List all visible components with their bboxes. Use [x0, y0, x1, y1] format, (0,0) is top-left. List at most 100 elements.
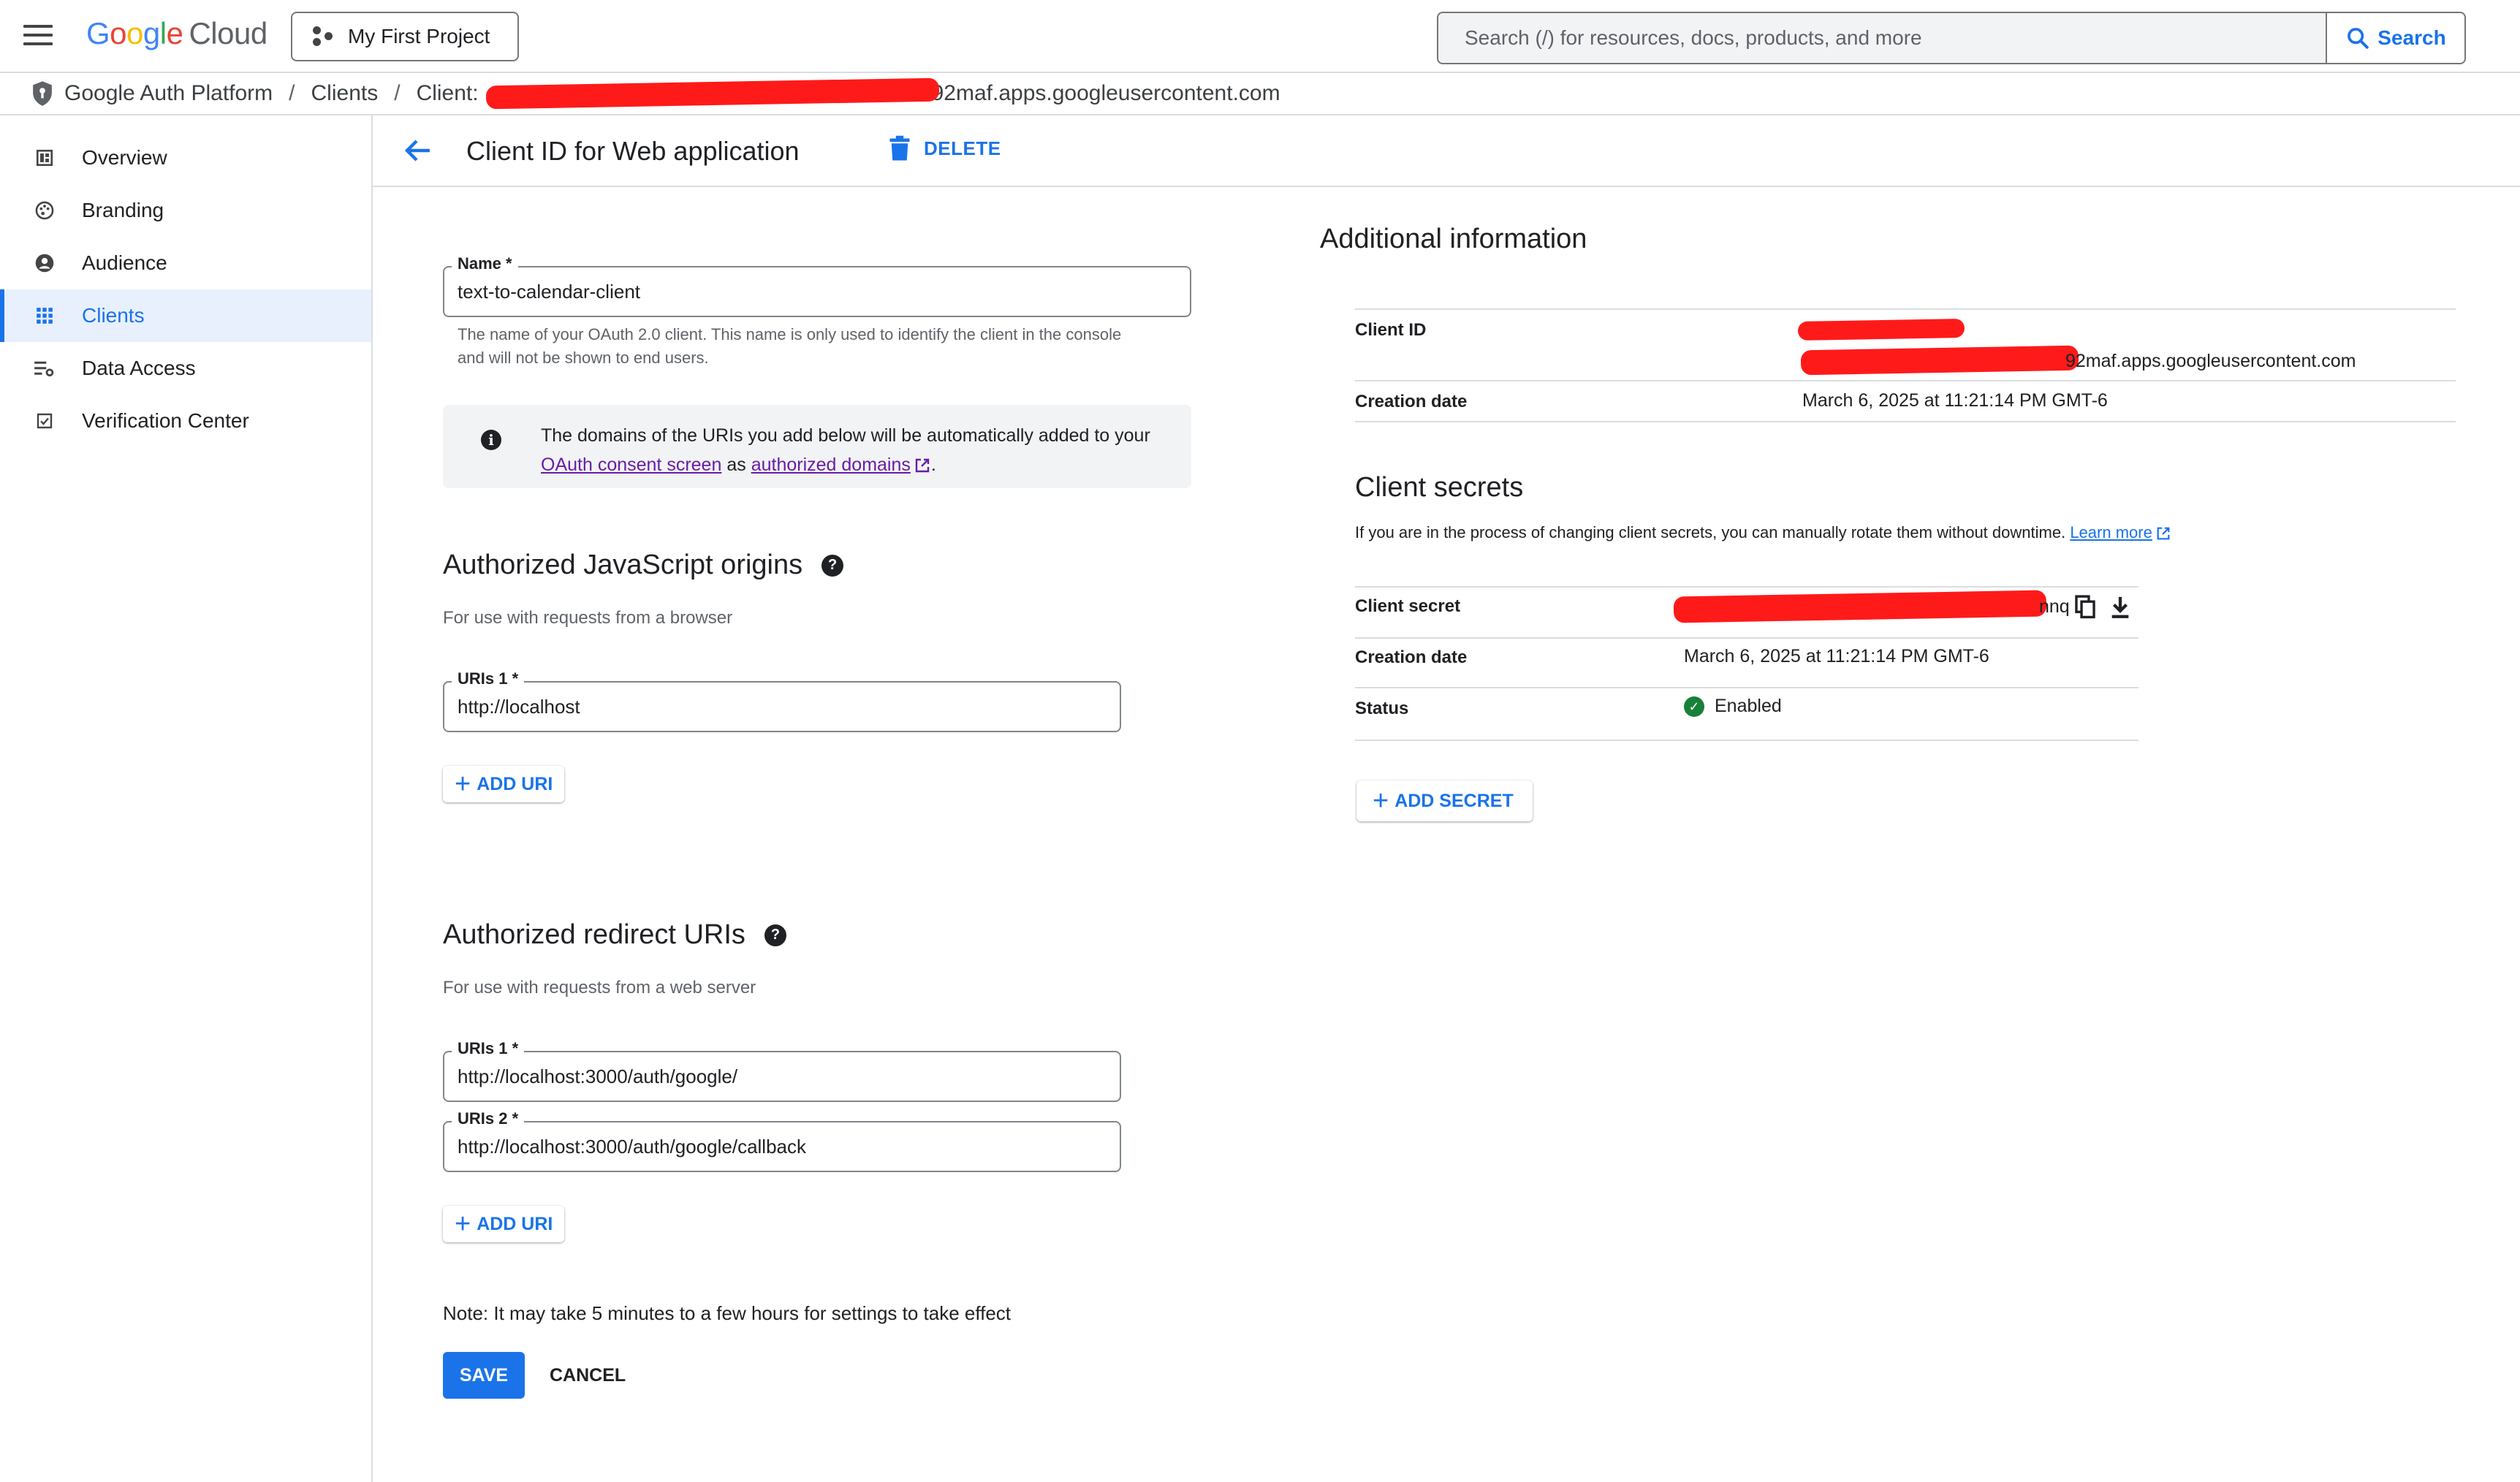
delete-button[interactable]: DELETE: [889, 134, 1001, 162]
add-secret-label: ADD SECRET: [1394, 790, 1514, 811]
plus-icon: +: [455, 1209, 471, 1239]
breadcrumb-client-suffix: 92maf.apps.googleusercontent.com: [931, 81, 1280, 105]
js-origin-uri-1-value: http://localhost: [458, 695, 580, 718]
sidebar-item-label: Clients: [82, 304, 145, 327]
trash-icon: [889, 135, 910, 161]
account-circle-icon: [34, 252, 56, 274]
dashboard-icon: [34, 147, 56, 169]
search-button[interactable]: Search: [2326, 12, 2466, 64]
js-origins-title-text: Authorized JavaScript origins: [443, 550, 803, 580]
sidebar-item-verification-center[interactable]: Verification Center: [0, 395, 371, 447]
info-icon: i: [481, 430, 501, 450]
redirect-uri-2-value: http://localhost:3000/auth/google/callba…: [458, 1135, 807, 1158]
breadcrumb-clients[interactable]: Clients: [311, 81, 379, 106]
data-access-icon: [34, 357, 56, 379]
sidebar-item-label: Branding: [82, 199, 164, 221]
apps-grid-icon: [34, 305, 56, 327]
add-uri-label: ADD URI: [477, 1213, 553, 1234]
js-origin-uri-1-field[interactable]: http://localhost: [443, 681, 1121, 732]
main-menu-icon[interactable]: [23, 25, 53, 48]
check-circle-icon: ✓: [1684, 696, 1704, 718]
client-secret-value: nnq: [2039, 596, 2070, 617]
page-header: Client ID for Web application DELETE: [373, 115, 2520, 187]
plus-icon: +: [1373, 786, 1389, 816]
help-icon[interactable]: ?: [764, 924, 786, 946]
sidebar-item-overview[interactable]: Overview: [0, 132, 371, 184]
info-text-mid: as: [726, 455, 746, 475]
learn-more-link[interactable]: Learn more: [2070, 523, 2152, 542]
redaction-mark: [485, 77, 939, 110]
search-button-label: Search: [2377, 26, 2446, 49]
palette-icon: [34, 200, 56, 221]
add-uri-label: ADD URI: [477, 773, 553, 794]
name-field-label: Name *: [452, 254, 518, 273]
info-banner: i The domains of the URIs you add below …: [443, 405, 1191, 488]
divider: [1355, 637, 2138, 639]
divider: [1355, 586, 2138, 588]
breadcrumb-client-label: Client:: [416, 81, 479, 105]
add-js-origin-uri-button[interactable]: + ADD URI: [443, 766, 565, 802]
google-cloud-logo[interactable]: Google Cloud: [86, 16, 267, 51]
js-origin-uri-1-label: URIs 1 *: [452, 669, 525, 688]
js-origins-subtitle: For use with requests from a browser: [443, 608, 733, 628]
sidebar-item-label: Audience: [82, 251, 167, 274]
divider: [1355, 421, 2456, 422]
secret-creation-date-label: Creation date: [1355, 647, 1468, 667]
add-redirect-uri-button[interactable]: + ADD URI: [443, 1206, 565, 1242]
copy-icon[interactable]: [2074, 595, 2096, 620]
redirect-uris-title-text: Authorized redirect URIs: [443, 919, 745, 950]
sidebar: Overview Branding Audience Clients Data …: [0, 115, 373, 1482]
page-title: Client ID for Web application: [466, 136, 800, 166]
name-field-value: text-to-calendar-client: [458, 280, 640, 303]
redirect-uris-subtitle: For use with requests from a web server: [443, 978, 756, 997]
redirect-uri-1-label: URIs 1 *: [452, 1039, 525, 1058]
authorized-domains-link[interactable]: authorized domains: [751, 455, 911, 475]
info-text-suffix: .: [930, 455, 936, 475]
project-picker-button[interactable]: My First Project: [291, 12, 519, 61]
search-icon: [2348, 28, 2369, 49]
redirect-uri-2-field[interactable]: http://localhost:3000/auth/google/callba…: [443, 1121, 1121, 1172]
divider: [1355, 687, 2138, 688]
redirect-uri-1-value: http://localhost:3000/auth/google/: [458, 1065, 738, 1087]
breadcrumb-auth-platform[interactable]: Google Auth Platform: [64, 81, 273, 106]
additional-info-title: Additional information: [1320, 224, 1587, 254]
cancel-button[interactable]: CANCEL: [550, 1352, 626, 1399]
redirect-uri-1-field[interactable]: http://localhost:3000/auth/google/: [443, 1051, 1121, 1102]
sidebar-item-branding[interactable]: Branding: [0, 184, 371, 237]
client-secrets-title: Client secrets: [1355, 472, 1524, 503]
client-secret-label: Client secret: [1355, 596, 1461, 616]
js-origins-title: Authorized JavaScript origins ?: [443, 550, 844, 581]
sidebar-item-data-access[interactable]: Data Access: [0, 342, 371, 395]
name-field[interactable]: text-to-calendar-client: [443, 266, 1191, 317]
oauth-consent-screen-link[interactable]: OAuth consent screen: [541, 455, 721, 475]
secret-status-value: ✓ Enabled: [1684, 696, 1782, 718]
help-icon[interactable]: ?: [821, 554, 844, 577]
client-id-label: Client ID: [1355, 320, 1427, 340]
search-input[interactable]: Search (/) for resources, docs, products…: [1437, 12, 2327, 64]
shield-icon: [33, 81, 52, 106]
save-button[interactable]: SAVE: [443, 1352, 525, 1399]
breadcrumb: Google Auth Platform / Clients / Client:…: [0, 73, 2520, 115]
secret-creation-date-value: March 6, 2025 at 11:21:14 PM GMT-6: [1684, 646, 1989, 666]
checklist-icon: [34, 410, 56, 432]
back-arrow-icon[interactable]: [401, 133, 436, 168]
settings-note: Note: It may take 5 minutes to a few hou…: [443, 1302, 1012, 1324]
sidebar-item-label: Data Access: [82, 357, 196, 379]
info-text-prefix: The domains of the URIs you add below wi…: [541, 425, 1150, 446]
add-secret-button[interactable]: + ADD SECRET: [1356, 780, 1533, 821]
delete-button-label: DELETE: [924, 137, 1001, 159]
download-icon[interactable]: [2109, 595, 2131, 620]
divider: [1355, 380, 2456, 381]
sidebar-item-audience[interactable]: Audience: [0, 237, 371, 289]
divider: [1355, 740, 2138, 741]
breadcrumb-separator: /: [289, 81, 295, 105]
redaction-mark: [1797, 319, 1965, 341]
external-link-icon: [2157, 527, 2170, 540]
plus-icon: +: [455, 769, 471, 799]
sidebar-item-label: Verification Center: [82, 409, 249, 432]
logo-google-text: Google: [86, 16, 183, 50]
top-bar: Google Cloud My First Project Search (/) …: [0, 0, 2520, 73]
info-banner-text: The domains of the URIs you add below wi…: [541, 421, 1169, 479]
sidebar-item-clients[interactable]: Clients: [0, 289, 371, 342]
project-icon: [311, 25, 335, 48]
